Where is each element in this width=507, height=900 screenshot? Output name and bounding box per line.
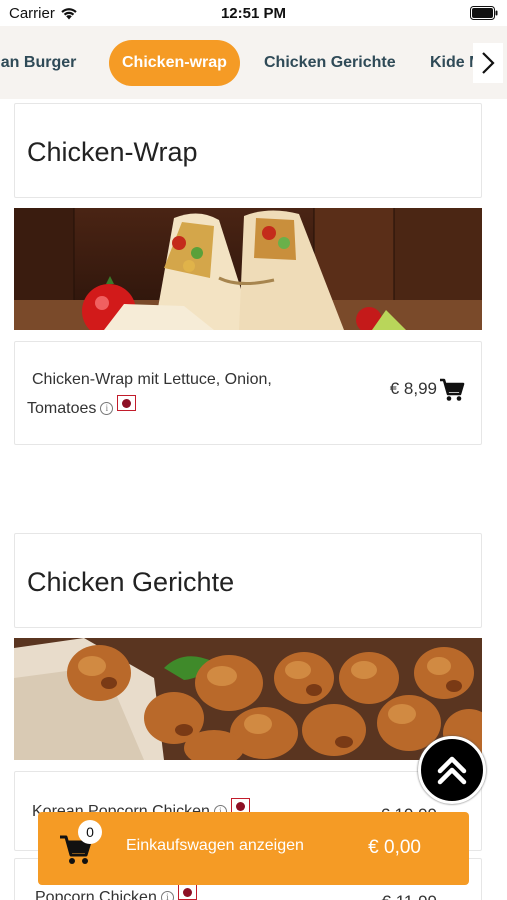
cart-total: € 0,00	[368, 837, 421, 858]
chicken-wrap-image	[14, 208, 482, 330]
view-cart-label: Einkaufswagen anzeigen	[126, 837, 304, 854]
item-name-text: Popcorn Chicken	[35, 889, 157, 900]
section-header-chicken-gerichte: Chicken Gerichte	[14, 533, 482, 628]
item-name-line1: Chicken-Wrap mit Lettuce, Onion,	[32, 371, 272, 388]
cart-count-badge: 0	[78, 820, 102, 844]
category-tab-chicken-gerichte[interactable]: Chicken Gerichte	[264, 40, 396, 86]
double-chevron-up-icon	[437, 756, 467, 785]
clock: 12:51 PM	[220, 5, 287, 22]
menu-item-chicken-wrap[interactable]: Chicken-Wrap mit Lettuce, Onion, Tomatoe…	[14, 341, 482, 445]
item-name-text: Tomatoes	[27, 400, 97, 417]
app-screen: Carrier 12:51 PM han Burger Chicken-wrap…	[0, 0, 507, 900]
item-name-line: Popcorn Chicken i	[35, 883, 197, 900]
item-price: € 8,99	[389, 379, 437, 398]
status-bar: Carrier 12:51 PM	[0, 0, 507, 26]
item-price: € 11,99	[382, 892, 437, 900]
popcorn-chicken-banner	[14, 638, 482, 760]
battery-icon	[470, 6, 498, 20]
section-header-chicken-wrap: Chicken-Wrap	[14, 103, 482, 198]
category-next-button[interactable]	[473, 43, 503, 83]
add-to-cart-icon[interactable]	[439, 378, 465, 402]
info-icon[interactable]: i	[100, 402, 114, 416]
popcorn-chicken-image	[14, 638, 482, 760]
chevron-right-icon	[482, 52, 495, 74]
flag-icon	[117, 395, 137, 411]
category-bar: han Burger Chicken-wrap Chicken Gerichte…	[0, 26, 507, 99]
category-tab-chicken-wrap[interactable]: Chicken-wrap	[109, 40, 240, 86]
info-icon[interactable]: i	[160, 891, 174, 900]
chicken-wrap-banner	[14, 208, 482, 330]
category-tab-burger[interactable]: han Burger	[0, 40, 76, 86]
item-name-line2: Tomatoes i	[27, 394, 137, 423]
view-cart-button[interactable]: 0 Einkaufswagen anzeigen € 0,00	[38, 812, 469, 885]
flag-icon	[177, 884, 197, 900]
section-title: Chicken-Wrap	[27, 137, 198, 167]
section-title: Chicken Gerichte	[27, 567, 235, 597]
scroll-to-top-button[interactable]	[418, 736, 486, 804]
